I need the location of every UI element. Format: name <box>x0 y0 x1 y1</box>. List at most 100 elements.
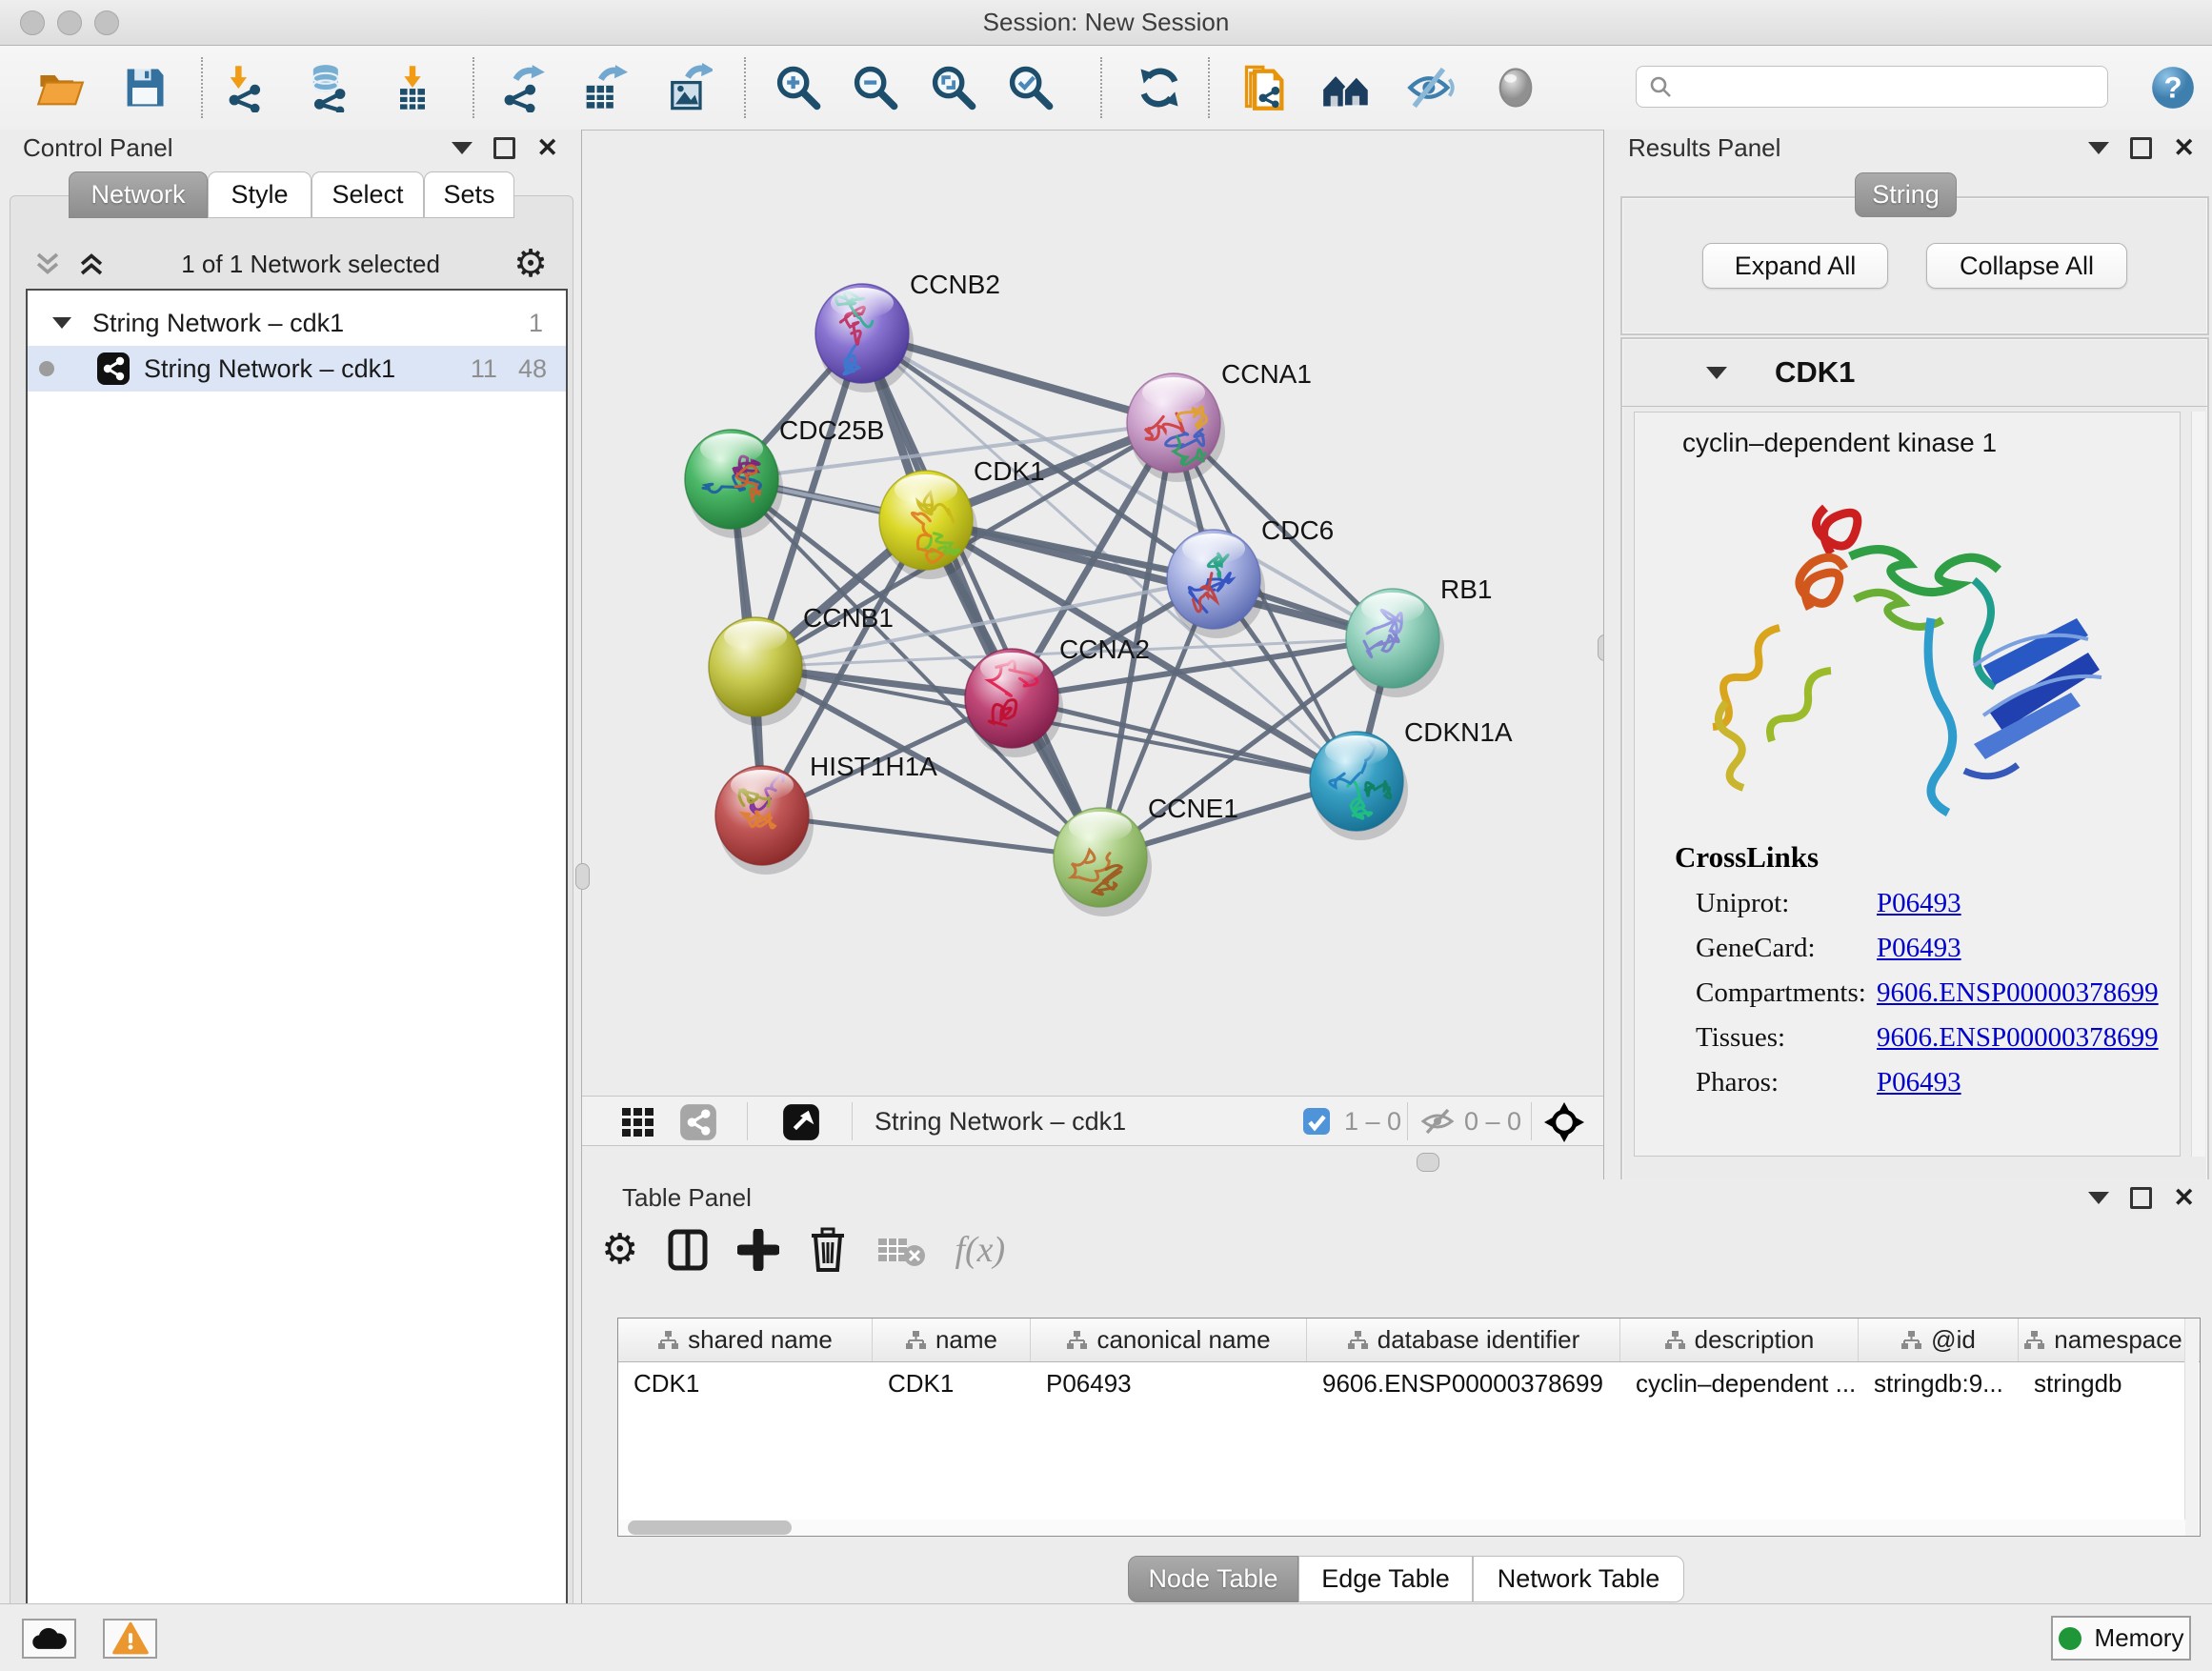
column-header-namespace[interactable]: namespace <box>2019 1319 2188 1361</box>
collapse-all-icon[interactable] <box>31 248 64 280</box>
table-cell[interactable]: CDK1 <box>618 1362 873 1404</box>
column-header-canonical-name[interactable]: canonical name <box>1031 1319 1307 1361</box>
open-session-button[interactable] <box>33 60 87 115</box>
maximize-panel-icon[interactable] <box>2130 137 2152 159</box>
export-network-button[interactable] <box>495 60 549 115</box>
maximize-window-button[interactable] <box>94 10 119 35</box>
close-panel-icon[interactable]: ✕ <box>2173 1188 2195 1207</box>
table-cell[interactable]: stringdb:9... <box>1859 1362 2019 1404</box>
zoom-out-button[interactable] <box>848 60 901 115</box>
network-node-CCNB1[interactable]: CCNB1 <box>709 603 894 726</box>
node-gloss <box>980 653 1043 683</box>
import-table-button[interactable] <box>386 60 439 115</box>
horizontal-splitter[interactable] <box>582 1146 1603 1179</box>
table-cell[interactable]: stringdb <box>2019 1362 2188 1404</box>
expand-all-button[interactable]: Expand All <box>1702 243 1888 289</box>
expand-all-icon[interactable] <box>75 248 108 280</box>
float-panel-icon[interactable] <box>452 142 473 154</box>
hide-panel-button[interactable] <box>1404 60 1458 115</box>
table-cell[interactable]: 9606.ENSP00000378699 <box>1307 1362 1620 1404</box>
scrollbar-thumb[interactable] <box>628 1520 792 1535</box>
crosslink-value-link[interactable]: P06493 <box>1877 1067 1961 1098</box>
import-network-button[interactable] <box>220 60 273 115</box>
close-panel-icon[interactable]: ✕ <box>536 138 558 157</box>
selected-checkbox-icon[interactable] <box>1302 1107 1331 1136</box>
import-network-from-database-button[interactable] <box>301 60 354 115</box>
table-row[interactable]: CDK1CDK1P064939606.ENSP00000378699cyclin… <box>618 1362 2200 1404</box>
tab-edge-table[interactable]: Edge Table <box>1298 1556 1473 1602</box>
collection-expander-icon[interactable] <box>52 317 71 329</box>
tab-network[interactable]: Network <box>69 171 208 218</box>
search-input[interactable] <box>1680 72 2084 102</box>
gear-icon[interactable]: ⚙ <box>513 245 548 283</box>
help-button[interactable]: ? <box>2146 60 2200 115</box>
export-table-button[interactable] <box>576 60 630 115</box>
maximize-panel-icon[interactable] <box>493 137 515 159</box>
node-label: CCNA1 <box>1221 359 1312 389</box>
column-header-database-identifier[interactable]: database identifier <box>1307 1319 1620 1361</box>
tab-style[interactable]: Style <box>208 171 312 218</box>
birdseye-view-icon[interactable] <box>782 1103 820 1141</box>
zoom-fit-button[interactable] <box>926 60 979 115</box>
network-view-mode-icon[interactable] <box>679 1103 717 1141</box>
delete-column-icon[interactable] <box>808 1227 848 1273</box>
network-node-CDKN1A[interactable]: CDKN1A <box>1310 717 1513 840</box>
tab-node-table[interactable]: Node Table <box>1128 1556 1298 1602</box>
table-cell[interactable]: P06493 <box>1031 1362 1307 1404</box>
column-header--id[interactable]: @id <box>1859 1319 2019 1361</box>
crosslink-value-link[interactable]: P06493 <box>1877 933 1961 964</box>
add-column-icon[interactable] <box>737 1229 779 1271</box>
crosslink-value-link[interactable]: P06493 <box>1877 888 1961 919</box>
crosslink-value-link[interactable]: 9606.ENSP00000378699 <box>1877 977 2159 1009</box>
memory-button[interactable]: Memory <box>2051 1616 2191 1661</box>
results-scrollbar[interactable] <box>2191 412 2205 1157</box>
save-session-button[interactable] <box>118 60 171 115</box>
float-panel-icon[interactable] <box>2088 1192 2109 1204</box>
home-button[interactable] <box>1319 60 1373 115</box>
table-horizontal-scrollbar[interactable] <box>618 1520 2185 1536</box>
gene-expander-icon[interactable] <box>1706 367 1727 379</box>
network-canvas[interactable]: CCNB2CCNA1CDC25BCDK1CDC6RB1CCNB1CCNA2CDK… <box>582 130 1603 1096</box>
tab-select[interactable]: Select <box>312 171 424 218</box>
float-panel-icon[interactable] <box>2088 142 2109 154</box>
table-options-gear-icon[interactable]: ⚙ <box>601 1225 638 1274</box>
network-node-RB1[interactable]: RB1 <box>1346 574 1492 697</box>
crosslink-value-link[interactable]: 9606.ENSP00000378699 <box>1877 1022 2159 1054</box>
table-cell[interactable]: CDK1 <box>873 1362 1031 1404</box>
zoom-selected-button[interactable] <box>1003 60 1056 115</box>
fit-content-icon[interactable] <box>1542 1100 1586 1144</box>
splitter-handle[interactable] <box>1417 1153 1439 1172</box>
apply-layout-button[interactable] <box>1133 60 1186 115</box>
grid-view-icon[interactable] <box>620 1106 662 1138</box>
show-panel-button[interactable] <box>1489 60 1542 115</box>
left-splitter-handle[interactable] <box>575 863 590 890</box>
close-window-button[interactable] <box>20 10 45 35</box>
collapse-all-button[interactable]: Collapse All <box>1926 243 2127 289</box>
close-panel-icon[interactable]: ✕ <box>2173 138 2195 157</box>
zoom-in-button[interactable] <box>771 60 824 115</box>
table-vertical-scrollbar[interactable] <box>2184 1319 2199 1536</box>
gene-section-header[interactable]: CDK1 <box>1622 339 2207 407</box>
cloud-status-button[interactable] <box>22 1619 76 1659</box>
network-node-CDK1[interactable]: CDK1 <box>879 456 1045 579</box>
maximize-panel-icon[interactable] <box>2130 1187 2152 1209</box>
column-header-description[interactable]: description <box>1620 1319 1859 1361</box>
export-image-button[interactable] <box>661 60 714 115</box>
network-node-CCNA1[interactable]: CCNA1 <box>1127 359 1312 482</box>
network-collection-row[interactable]: String Network – cdk1 1 <box>28 300 566 346</box>
warnings-button[interactable] <box>103 1619 157 1659</box>
minimize-window-button[interactable] <box>57 10 82 35</box>
column-header-name[interactable]: name <box>873 1319 1031 1361</box>
network-node-HIST1H1A[interactable]: HIST1H1A <box>715 752 937 875</box>
network-row-selected[interactable]: String Network – cdk1 11 48 <box>28 346 566 392</box>
tab-network-table[interactable]: Network Table <box>1473 1556 1684 1602</box>
show-columns-icon[interactable] <box>667 1228 709 1272</box>
network-node-CCNE1[interactable]: CCNE1 <box>1054 794 1238 916</box>
tab-sets[interactable]: Sets <box>424 171 514 218</box>
tab-string[interactable]: String <box>1855 172 1957 217</box>
table-cell[interactable]: cyclin–dependent ... <box>1620 1362 1859 1404</box>
search-field[interactable] <box>1636 66 2108 108</box>
network-from-file-button[interactable] <box>1238 60 1292 115</box>
column-header-shared-name[interactable]: shared name <box>618 1319 873 1361</box>
column-type-icon <box>1664 1330 1685 1351</box>
